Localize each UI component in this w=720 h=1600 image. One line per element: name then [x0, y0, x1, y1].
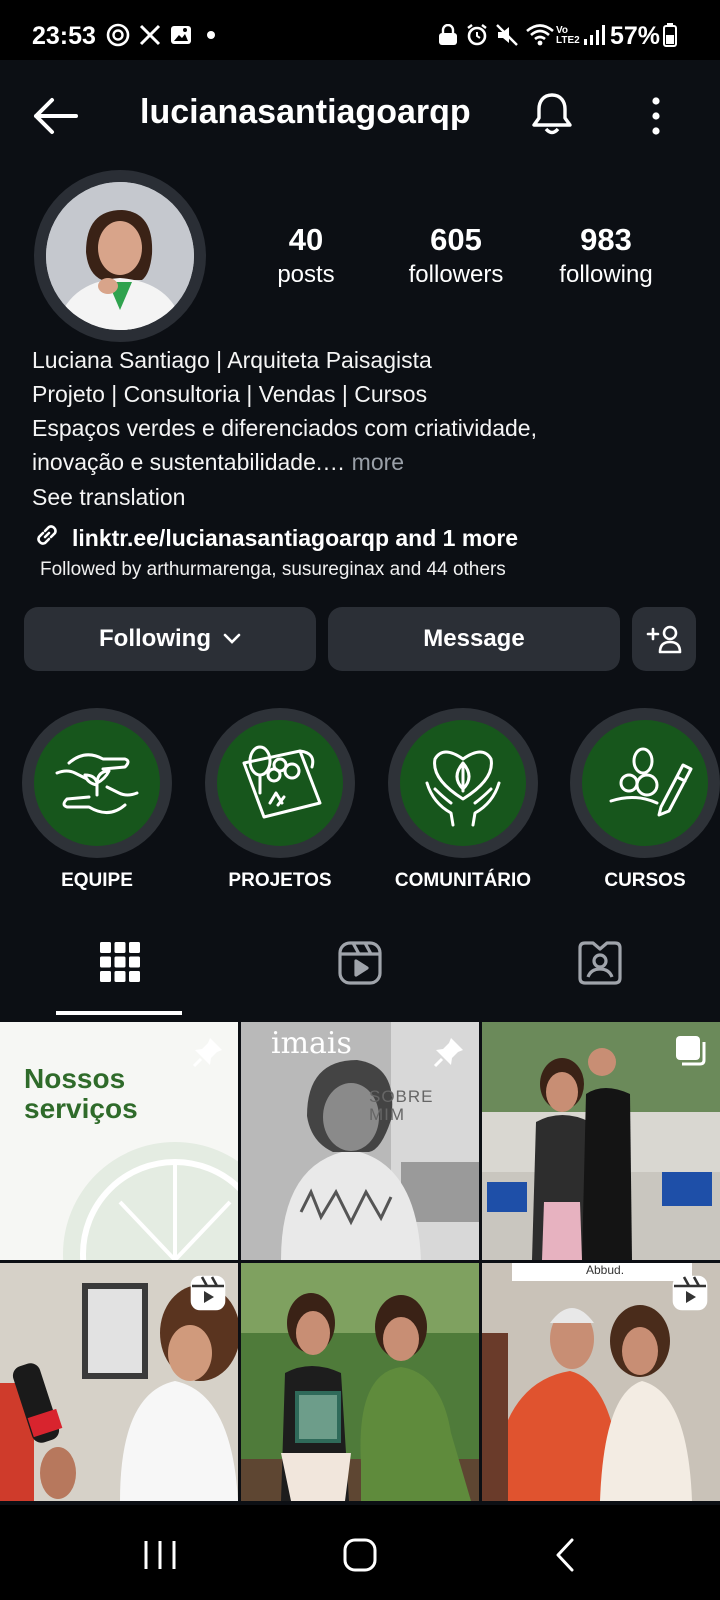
post-thumbnail[interactable]: Abbud. [482, 1263, 720, 1501]
tab-tagged[interactable] [480, 940, 720, 1020]
dot-icon [204, 22, 218, 48]
following-label: following [559, 261, 653, 288]
back-arrow-icon[interactable] [28, 92, 84, 140]
highlight-ring [205, 708, 355, 858]
gallery-icon [168, 22, 194, 48]
posts-count: 40 [288, 222, 324, 257]
network-label: Vo LTE2 [556, 25, 580, 46]
highlight-cursos[interactable]: CURSOS [570, 708, 720, 892]
pin-icon [431, 1034, 467, 1075]
bio-line-last: inovação e sustentabilidade.… more [32, 449, 404, 476]
x-icon [137, 22, 163, 48]
see-translation-link[interactable]: See translation [32, 484, 185, 511]
bell-icon[interactable] [530, 90, 574, 138]
post-overlay-text: SOBRE MIM [369, 1087, 434, 1124]
stat-followers[interactable]: 605 followers [386, 220, 526, 290]
followers-label: followers [408, 261, 504, 288]
bio-more-link[interactable]: more [345, 449, 404, 475]
back-icon[interactable] [552, 1537, 578, 1573]
highlight-label: PROJETOS [228, 870, 332, 891]
bio-link-text: linktr.ee/lucianasantiagoarqp and 1 more [72, 524, 519, 551]
tab-posts-grid[interactable] [0, 940, 240, 1020]
followers-count: 605 [430, 222, 482, 257]
status-bar: 23:53 Vo LTE2 57% [0, 0, 720, 60]
following-count: 983 [580, 222, 632, 257]
tagged-icon [577, 940, 623, 986]
add-user-button[interactable] [632, 607, 696, 671]
following-button-label: Following [99, 625, 211, 652]
highlight-projetos[interactable]: PROJETOS [205, 708, 355, 892]
hands-heart-leaf-icon [400, 720, 526, 846]
post-thumbnail[interactable] [0, 1263, 238, 1501]
link-icon [32, 520, 62, 556]
alarm-icon [464, 22, 490, 48]
post-brand-text: imais [271, 1026, 352, 1061]
post-image [241, 1263, 479, 1501]
reel-icon [672, 1275, 708, 1316]
grid-icon [98, 940, 142, 984]
highlight-comunitario[interactable]: COMUNITÁRIO [388, 708, 538, 892]
bio-line: Espaços verdes e diferenciados com criat… [32, 415, 537, 441]
message-button-label: Message [423, 625, 525, 652]
stat-posts[interactable]: 40 posts [236, 220, 376, 290]
hands-plant-icon [34, 720, 160, 846]
profile-username: lucianasantiagoarqp [140, 93, 471, 131]
highlight-label: CURSOS [604, 870, 686, 891]
more-vertical-icon[interactable] [636, 92, 676, 140]
bio-link[interactable]: linktr.ee/lucianasantiagoarqp and 1 more [32, 520, 518, 556]
tab-reels[interactable] [240, 940, 480, 1020]
highlight-ring [570, 708, 720, 858]
highlight-label: COMUNITÁRIO [394, 870, 532, 891]
active-tab-indicator [56, 1011, 182, 1015]
post-thumbnail[interactable] [241, 1263, 479, 1501]
highlight-equipe[interactable]: EQUIPE [22, 708, 172, 892]
threads-icon [104, 22, 132, 48]
post-overlay-text: Abbud. [586, 1263, 625, 1277]
post-thumbnail[interactable]: imais SOBRE MIM [241, 1022, 479, 1260]
mute-icon [494, 22, 520, 48]
highlight-ring [388, 708, 538, 858]
status-time: 23:53 [32, 22, 96, 50]
avatar[interactable] [46, 182, 194, 330]
highlight-ring [22, 708, 172, 858]
lock-icon [436, 22, 460, 48]
reel-icon [190, 1275, 226, 1316]
posts-label: posts [277, 261, 335, 288]
message-button[interactable]: Message [328, 607, 620, 671]
recent-apps-icon[interactable] [142, 1539, 178, 1571]
post-thumbnail[interactable] [482, 1022, 720, 1260]
bio-line: Luciana Santiago | Arquiteta Paisagista [32, 347, 432, 373]
carousel-icon [674, 1034, 708, 1073]
wifi-icon [524, 22, 556, 48]
chevron-down-icon [223, 633, 241, 645]
highlight-label: EQUIPE [61, 870, 133, 891]
system-nav-bar [0, 1505, 720, 1600]
battery-percent: 57% [610, 22, 661, 50]
following-button[interactable]: Following [24, 607, 316, 671]
followed-by-text[interactable]: Followed by arthurmarenga, susureginax a… [40, 559, 506, 581]
post-overlay-text: Nossos serviços [24, 1063, 138, 1124]
pin-icon [190, 1034, 226, 1075]
battery-icon [662, 22, 678, 48]
home-icon[interactable] [342, 1537, 378, 1573]
stat-following[interactable]: 983 following [536, 220, 676, 290]
bio-line: Projeto | Consultoria | Vendas | Cursos [32, 381, 428, 407]
bio-line: inovação e sustentabilidade.… [32, 449, 346, 475]
reels-icon [337, 940, 383, 986]
landscape-plan-icon [217, 720, 343, 846]
add-user-icon [646, 624, 682, 654]
signal-icon [582, 22, 606, 48]
drawing-pencil-icon [582, 720, 708, 846]
post-thumbnail[interactable]: Nossos serviços [0, 1022, 238, 1260]
